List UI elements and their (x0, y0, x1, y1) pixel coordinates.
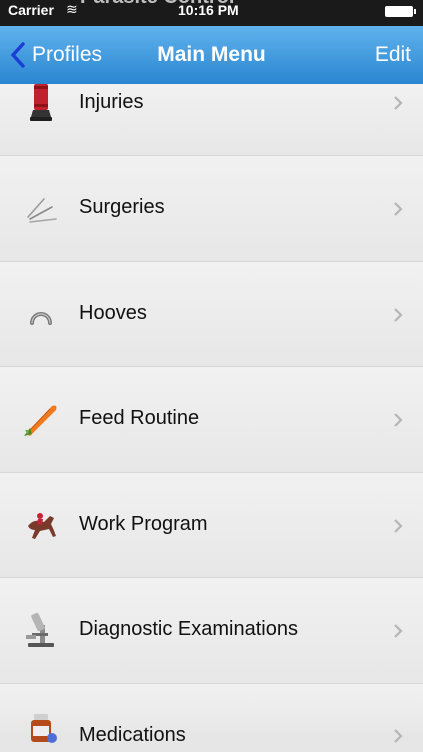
menu-item-injuries[interactable]: Injuries (0, 84, 423, 156)
menu-item-label: Hooves (79, 301, 147, 324)
status-bar: Parasite Control Carrier ≋ 10:16 PM (0, 0, 423, 26)
racehorse-icon (22, 506, 60, 544)
horseshoe-icon (22, 295, 60, 333)
carrier-label: Carrier (8, 2, 54, 18)
leg-wrap-icon (22, 84, 60, 122)
wifi-icon: ≋ (66, 1, 78, 17)
back-label: Profiles (32, 43, 103, 66)
menu-item-label: Medications (79, 723, 186, 746)
main-menu-list: Injuries Surgeries Hooves Feed Routine W… (0, 84, 423, 746)
chevron-right-icon (393, 95, 403, 111)
menu-item-feed-routine[interactable]: Feed Routine (0, 367, 423, 473)
menu-item-label: Feed Routine (79, 407, 200, 429)
back-button[interactable]: Profiles (10, 26, 102, 84)
menu-item-work-program[interactable]: Work Program (0, 472, 423, 578)
menu-item-surgeries[interactable]: Surgeries (0, 156, 423, 262)
microscope-icon (22, 611, 60, 649)
back-chevron-icon (10, 42, 26, 68)
chevron-right-icon (393, 412, 403, 428)
chevron-right-icon (393, 623, 403, 639)
edit-button[interactable]: Edit (375, 26, 411, 84)
menu-item-hooves[interactable]: Hooves (0, 261, 423, 367)
clock: 10:16 PM (178, 2, 239, 18)
menu-item-medications[interactable]: Medications (0, 683, 423, 746)
chevron-right-icon (393, 728, 403, 744)
menu-item-label: Surgeries (79, 196, 165, 218)
menu-item-label: Diagnostic Examinations (79, 618, 298, 640)
menu-item-label: Work Program (79, 512, 208, 535)
menu-item-label: Injuries (79, 91, 144, 113)
chevron-right-icon (393, 518, 403, 534)
menu-item-diagnostic-examinations[interactable]: Diagnostic Examinations (0, 578, 423, 684)
carrot-icon (22, 400, 60, 438)
chevron-right-icon (393, 201, 403, 217)
navigation-bar: Profiles Main Menu Edit (0, 26, 423, 84)
battery-icon (385, 6, 416, 17)
surgical-tools-icon (22, 189, 60, 227)
chevron-right-icon (393, 307, 403, 323)
medicine-bottle-icon (22, 713, 60, 752)
